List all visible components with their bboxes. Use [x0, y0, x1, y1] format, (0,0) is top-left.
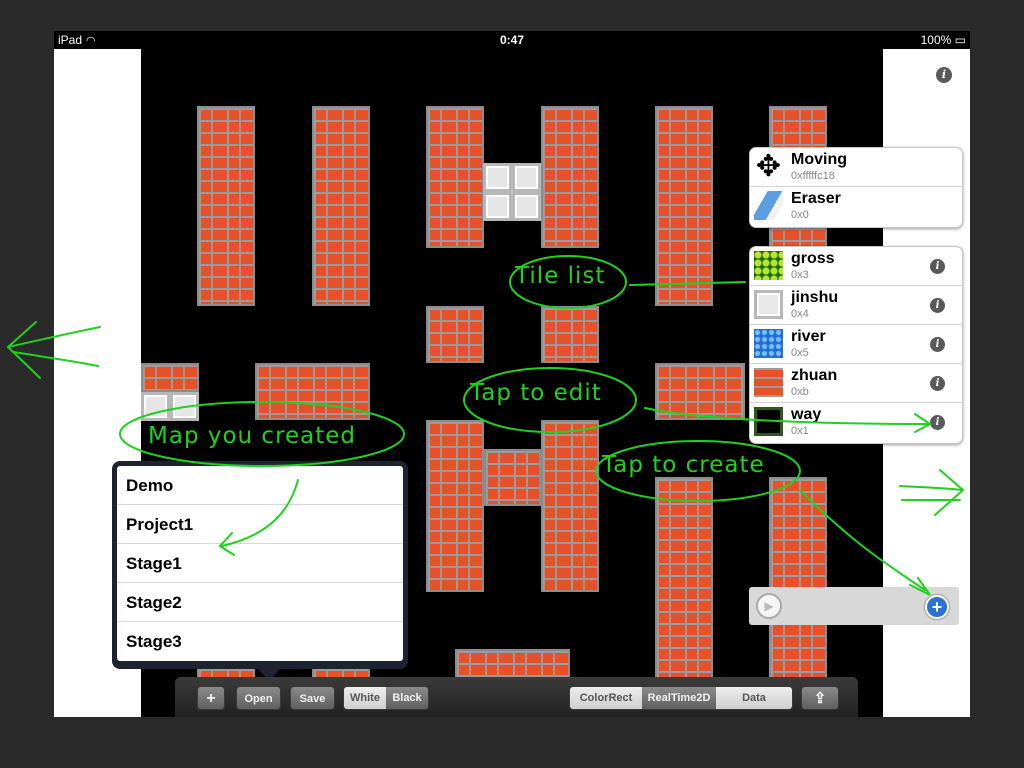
arrow-tile-list: [629, 281, 746, 286]
arrow-tap-edit: [644, 407, 932, 433]
circle-tile-list: [509, 255, 627, 309]
swipe-right-arrow: [899, 469, 965, 516]
circle-map-created: [119, 401, 405, 467]
annotation-strokes: [6, 255, 965, 596]
arrow-map-created: [218, 479, 299, 556]
arrow-tap-create: [799, 489, 931, 596]
circle-tap-create: [595, 440, 801, 502]
circle-tap-edit: [463, 367, 637, 433]
swipe-left-arrow: [6, 321, 101, 379]
